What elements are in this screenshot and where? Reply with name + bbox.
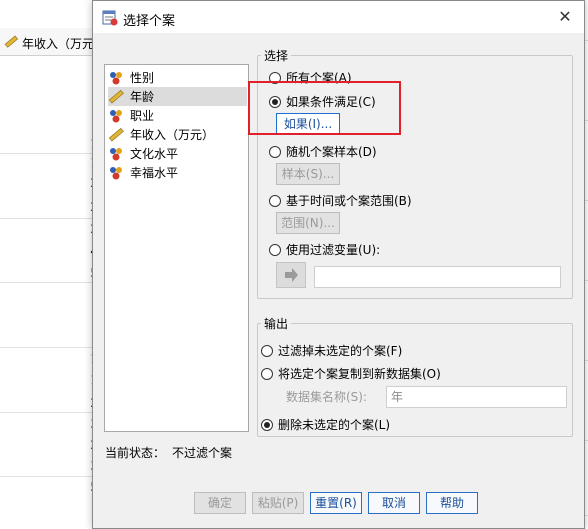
status-value: 不过滤个案	[172, 446, 233, 460]
list-item[interactable]: 性别	[108, 68, 247, 87]
reset-button[interactable]: 重置(R)	[310, 492, 362, 514]
radio-delete-unselected[interactable]: 删除未选定的个案(L)	[261, 416, 390, 433]
list-item[interactable]: 文化水平	[108, 144, 247, 163]
radio-button[interactable]	[261, 367, 273, 380]
list-item[interactable]: 年收入（万元）	[108, 125, 247, 144]
row-divider	[0, 347, 100, 348]
radio-button[interactable]	[269, 145, 281, 158]
variable-label: 文化水平	[130, 147, 179, 161]
range-button[interactable]: 范围(N)...	[276, 212, 340, 234]
radio-random-sample[interactable]: 随机个案样本(D)	[269, 143, 377, 160]
variable-label: 性别	[130, 71, 155, 85]
radio-label: 删除未选定的个案(L)	[278, 418, 391, 432]
radio-copy-to-new[interactable]: 将选定个案复制到新数据集(O)	[261, 365, 441, 382]
row-divider	[0, 153, 100, 154]
row-divider	[0, 218, 100, 219]
dataset-name-label: 数据集名称(S):	[286, 390, 368, 404]
output-group-title: 输出	[261, 315, 292, 332]
nominal-icon	[108, 146, 124, 162]
radio-label: 过滤掉未选定的个案(F)	[278, 344, 403, 358]
row-divider	[0, 476, 100, 477]
column-header-label: 年收入（万元）	[22, 37, 100, 51]
column-header[interactable]: 年收入（万元）	[0, 28, 100, 56]
move-variable-arrow-icon[interactable]	[276, 262, 306, 288]
radio-time-range[interactable]: 基于时间或个案范围(B)	[269, 192, 412, 209]
select-cases-dialog: 选择个案 ✕ 性别 年龄 职业 年收入（万元） 文化水平 幸福水平 当前状态： …	[92, 0, 585, 529]
variable-list[interactable]: 性别 年龄 职业 年收入（万元） 文化水平 幸福水平	[104, 64, 249, 432]
scale-ruler-icon	[108, 89, 124, 105]
radio-label: 将选定个案复制到新数据集(O)	[278, 367, 441, 381]
close-icon[interactable]: ✕	[556, 8, 574, 26]
ok-button[interactable]: 确定	[194, 492, 246, 514]
nominal-icon	[108, 165, 124, 181]
scale-ruler-icon	[4, 35, 19, 52]
radio-label: 随机个案样本(D)	[286, 145, 377, 159]
radio-button[interactable]	[261, 344, 273, 357]
radio-filter-variable[interactable]: 使用过滤变量(U):	[269, 241, 380, 258]
row-divider	[0, 282, 100, 283]
variable-label: 年龄	[130, 90, 155, 104]
paste-button[interactable]: 粘贴(P)	[252, 492, 304, 514]
help-button[interactable]: 帮助	[426, 492, 478, 514]
list-item[interactable]: 年龄	[108, 87, 247, 106]
row-divider	[0, 412, 100, 413]
variable-label: 年收入（万元）	[130, 128, 215, 142]
scale-ruler-icon	[108, 127, 124, 143]
status-label: 当前状态：	[105, 446, 166, 460]
radio-button[interactable]	[269, 194, 281, 207]
title-bar[interactable]: 选择个案 ✕	[93, 1, 584, 33]
select-group-title: 选择	[261, 47, 292, 64]
list-item[interactable]: 幸福水平	[108, 163, 247, 182]
nominal-icon	[108, 108, 124, 124]
filter-variable-field[interactable]	[314, 266, 561, 288]
cancel-button[interactable]: 取消	[368, 492, 420, 514]
variable-label: 职业	[130, 109, 155, 123]
highlight-box	[248, 81, 401, 135]
radio-button[interactable]	[269, 243, 281, 256]
variable-label: 幸福水平	[130, 166, 179, 180]
nominal-icon	[108, 70, 124, 86]
dataset-name-field[interactable]: 年	[386, 386, 567, 408]
dialog-title: 选择个案	[123, 14, 176, 29]
radio-label: 基于时间或个案范围(B)	[286, 194, 412, 208]
select-cases-icon	[102, 10, 118, 26]
sample-button[interactable]: 样本(S)...	[276, 163, 340, 185]
radio-button[interactable]	[261, 418, 273, 431]
radio-label: 使用过滤变量(U):	[286, 243, 381, 257]
radio-filter-out[interactable]: 过滤掉未选定的个案(F)	[261, 342, 402, 359]
list-item[interactable]: 职业	[108, 106, 247, 125]
